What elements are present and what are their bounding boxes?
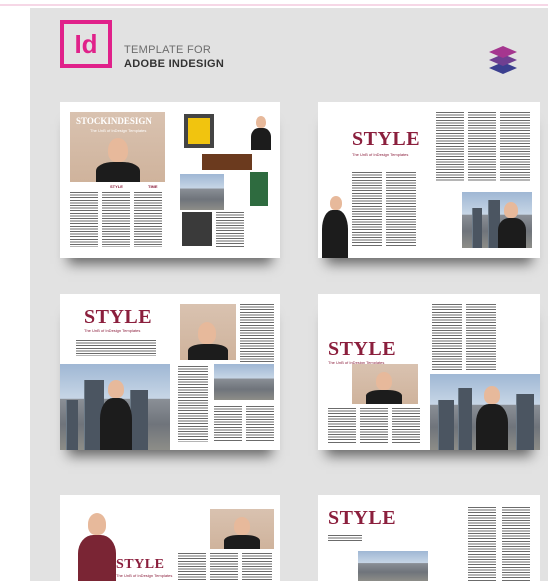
person-head xyxy=(330,196,342,210)
layers-icon xyxy=(489,46,517,74)
text-column xyxy=(210,553,238,581)
masthead: STOCKINDESIGN xyxy=(76,116,152,126)
person-body xyxy=(322,210,348,258)
portrait-photo xyxy=(352,364,418,404)
text-column xyxy=(216,212,244,248)
spread-5[interactable]: STYLE The UnB of InDesign Templates xyxy=(60,495,280,581)
spread-1[interactable]: STOCKINDESIGN The UnB of InDesign Templa… xyxy=(60,102,280,258)
text-column xyxy=(214,406,242,442)
person-head xyxy=(108,138,128,162)
city-photo xyxy=(60,364,170,450)
city-photo xyxy=(430,374,540,450)
spread-title: STYLE xyxy=(84,306,153,328)
city-photo xyxy=(462,192,532,248)
text-column xyxy=(70,192,98,247)
person-head xyxy=(88,513,106,535)
text-column xyxy=(178,553,206,581)
text-column xyxy=(502,507,530,581)
text-column xyxy=(360,408,388,444)
text-column xyxy=(500,112,530,182)
cup-photo xyxy=(250,172,268,206)
indesign-logo: Id xyxy=(60,20,112,68)
spread-3[interactable]: STYLE The UnB of InDesign Templates xyxy=(60,294,280,450)
text-column xyxy=(466,304,496,370)
spread-2[interactable]: STYLE The UnB of InDesign Templates xyxy=(318,102,540,258)
header-line-2: ADOBE INDESIGN xyxy=(124,58,225,70)
city-photo xyxy=(358,551,428,581)
coffee-machine-photo xyxy=(184,114,214,148)
text-column xyxy=(328,408,356,444)
text-column xyxy=(102,192,130,247)
text-column xyxy=(392,408,420,444)
person-body xyxy=(78,535,116,581)
spread-title: STYLE xyxy=(328,507,397,529)
text-column xyxy=(242,553,272,581)
person-body xyxy=(96,162,140,182)
spread-title: STYLE xyxy=(116,557,165,572)
spread-subtitle: The UnB of InDesign Templates xyxy=(352,152,409,157)
text-column xyxy=(246,406,274,442)
text-column xyxy=(352,172,382,247)
text-column xyxy=(328,535,362,541)
portrait-photo xyxy=(210,509,274,549)
text-column xyxy=(240,304,274,364)
text-column xyxy=(386,172,416,247)
city-photo xyxy=(180,174,224,210)
coffee-beans-photo xyxy=(202,154,252,170)
spread-6[interactable]: STYLE xyxy=(318,495,540,581)
person-body xyxy=(251,128,271,150)
text-column xyxy=(134,192,162,247)
header-line-1: TEMPLATE FOR xyxy=(124,44,212,56)
top-border xyxy=(0,0,555,6)
text-column xyxy=(468,112,496,182)
portrait-photo xyxy=(180,304,236,360)
spread-title: STYLE xyxy=(352,128,421,150)
text-column xyxy=(432,304,462,370)
spread-subtitle: The UnB of InDesign Templates xyxy=(116,573,173,578)
spread-4[interactable]: STYLE The UnB of InDesign Templates xyxy=(318,294,540,450)
text-column xyxy=(468,507,496,581)
label-b: TIME xyxy=(148,184,158,189)
spread-title: STYLE xyxy=(328,338,397,360)
label-a: STYLE xyxy=(110,184,123,189)
espresso-machine-photo xyxy=(182,212,212,246)
text-column xyxy=(436,112,464,182)
spread-subtitle: The UnB of InDesign Templates xyxy=(84,328,141,333)
text-column xyxy=(178,366,208,442)
city-photo xyxy=(214,364,274,400)
intro-text xyxy=(76,340,156,356)
person-head xyxy=(256,116,266,128)
right-strip xyxy=(548,0,555,581)
template-preview-page: Id TEMPLATE FOR ADOBE INDESIGN STOCKINDE… xyxy=(0,0,555,581)
tagline: The UnB of InDesign Templates xyxy=(90,128,147,133)
